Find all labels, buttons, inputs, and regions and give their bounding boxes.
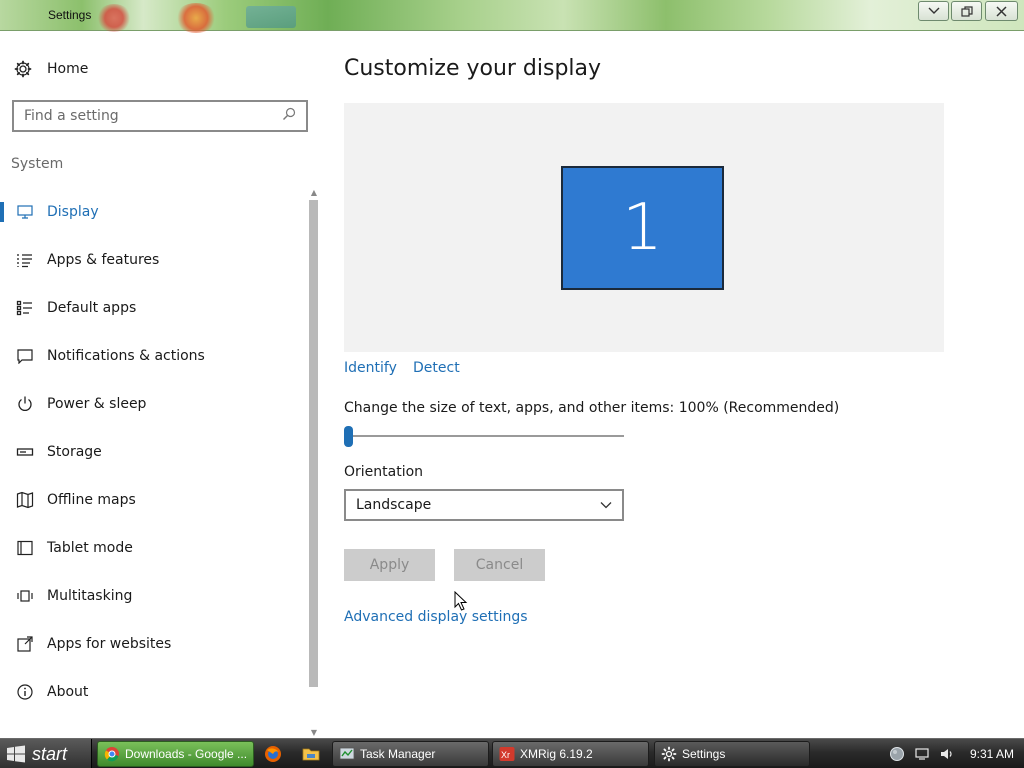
close-icon	[996, 5, 1007, 17]
display-tray-icon[interactable]	[914, 746, 930, 762]
search-icon	[282, 107, 296, 125]
sidebar-item-label: Storage	[47, 444, 102, 460]
display-preview: 1	[344, 103, 944, 352]
title-bar: Settings	[0, 0, 1024, 33]
wallpaper-decoration	[96, 4, 132, 32]
sidebar-item-offline-maps[interactable]: Offline maps	[0, 476, 306, 524]
advanced-display-settings-link[interactable]: Advanced display settings	[344, 609, 528, 625]
info-icon	[14, 681, 36, 703]
sidebar-item-about[interactable]: About	[0, 668, 306, 716]
task-label: Settings	[682, 747, 726, 761]
scrollbar-thumb[interactable]	[309, 200, 318, 687]
cancel-button[interactable]: Cancel	[454, 549, 545, 581]
taskbar-item-xmrig[interactable]: Xr XMRig 6.19.2	[492, 741, 649, 767]
sidebar-item-storage[interactable]: Storage	[0, 428, 306, 476]
start-button[interactable]: start	[0, 739, 92, 768]
chevron-down-icon	[928, 7, 939, 14]
page-title: Customize your display	[344, 56, 602, 81]
scroll-up-icon[interactable]: ▲	[310, 188, 318, 198]
sidebar-item-multitasking[interactable]: Multitasking	[0, 572, 306, 620]
power-icon	[14, 393, 36, 415]
sidebar-item-label: Apps & features	[47, 252, 160, 268]
storage-icon	[14, 441, 36, 463]
sidebar-item-label: Display	[47, 204, 99, 220]
scale-label: Change the size of text, apps, and other…	[344, 400, 840, 416]
sidebar-item-label: Default apps	[47, 300, 137, 316]
sidebar-item-label: Power & sleep	[47, 396, 147, 412]
chrome-icon	[104, 747, 119, 762]
task-label: Downloads - Google ...	[125, 747, 248, 761]
map-icon	[14, 489, 36, 511]
sidebar-item-label: Multitasking	[47, 588, 133, 604]
gear-icon	[661, 746, 677, 762]
orientation-label: Orientation	[344, 464, 424, 480]
orientation-value: Landscape	[356, 497, 432, 513]
sidebar-item-notifications[interactable]: Notifications & actions	[0, 332, 306, 380]
active-indicator	[0, 202, 4, 222]
sidebar-item-label: Apps for websites	[47, 636, 172, 652]
taskbar-item-settings[interactable]: Settings	[654, 741, 810, 767]
slider-thumb[interactable]	[344, 426, 353, 447]
orientation-select[interactable]: Landscape	[344, 489, 624, 521]
notification-icon	[14, 345, 36, 367]
home-label: Home	[47, 61, 89, 77]
sidebar-item-display[interactable]: Display	[0, 188, 306, 236]
wallpaper-decoration	[175, 3, 217, 33]
taskbar: start Downloads - Google ... Task Manage…	[0, 738, 1024, 768]
scroll-down-icon[interactable]: ▼	[310, 728, 318, 738]
svg-text:Xr: Xr	[501, 750, 510, 760]
sidebar-nav: Display Apps & features Default apps Not…	[0, 188, 306, 716]
home-link[interactable]: Home	[12, 56, 88, 82]
restore-button[interactable]	[951, 1, 982, 21]
chevron-down-icon	[600, 497, 612, 513]
default-apps-icon	[14, 297, 36, 319]
slider-track	[344, 435, 624, 437]
sidebar-item-power-sleep[interactable]: Power & sleep	[0, 380, 306, 428]
detect-link[interactable]: Detect	[413, 360, 460, 376]
window-title: Settings	[48, 8, 92, 22]
sidebar-item-label: Offline maps	[47, 492, 136, 508]
firefox-icon[interactable]	[263, 744, 283, 764]
monitor-icon	[14, 201, 36, 223]
wallpaper-decoration	[246, 6, 296, 28]
xmrig-icon: Xr	[499, 747, 515, 761]
identify-link[interactable]: Identify	[344, 360, 397, 376]
task-label: XMRig 6.19.2	[520, 747, 593, 761]
task-label: Task Manager	[360, 747, 436, 761]
network-globe-icon[interactable]	[889, 746, 905, 762]
volume-icon[interactable]	[939, 746, 955, 762]
restore-icon	[960, 5, 973, 17]
gear-icon	[12, 58, 34, 80]
apply-button[interactable]: Apply	[344, 549, 435, 581]
system-tray: 9:31 AM	[884, 739, 1024, 768]
sidebar-scrollbar[interactable]: ▲ ▼	[308, 188, 320, 738]
windows-flag-icon	[7, 745, 25, 763]
section-label: System	[11, 156, 64, 172]
search-placeholder: Find a setting	[24, 108, 119, 124]
sidebar-item-label: Notifications & actions	[47, 348, 205, 364]
sidebar-item-label: About	[47, 684, 89, 700]
folder-icon[interactable]	[301, 744, 321, 764]
sidebar-item-apps-websites[interactable]: Apps for websites	[0, 620, 306, 668]
tablet-icon	[14, 537, 36, 559]
clock[interactable]: 9:31 AM	[970, 747, 1014, 761]
mouse-cursor-icon	[454, 591, 468, 611]
sidebar-item-label: Tablet mode	[47, 540, 133, 556]
task-manager-icon	[339, 747, 355, 760]
apps-websites-icon	[14, 633, 36, 655]
search-input[interactable]: Find a setting	[12, 100, 308, 132]
sidebar-item-tablet-mode[interactable]: Tablet mode	[0, 524, 306, 572]
taskbar-item-task-manager[interactable]: Task Manager	[332, 741, 489, 767]
minimize-button[interactable]	[918, 1, 949, 21]
sidebar-item-apps-features[interactable]: Apps & features	[0, 236, 306, 284]
multitasking-icon	[14, 585, 36, 607]
scale-slider[interactable]	[344, 425, 626, 447]
close-button[interactable]	[985, 1, 1018, 21]
taskbar-item-downloads[interactable]: Downloads - Google ...	[97, 741, 254, 767]
monitor-tile[interactable]: 1	[561, 166, 724, 290]
list-icon	[14, 249, 36, 271]
start-label: start	[32, 743, 68, 764]
sidebar-item-default-apps[interactable]: Default apps	[0, 284, 306, 332]
